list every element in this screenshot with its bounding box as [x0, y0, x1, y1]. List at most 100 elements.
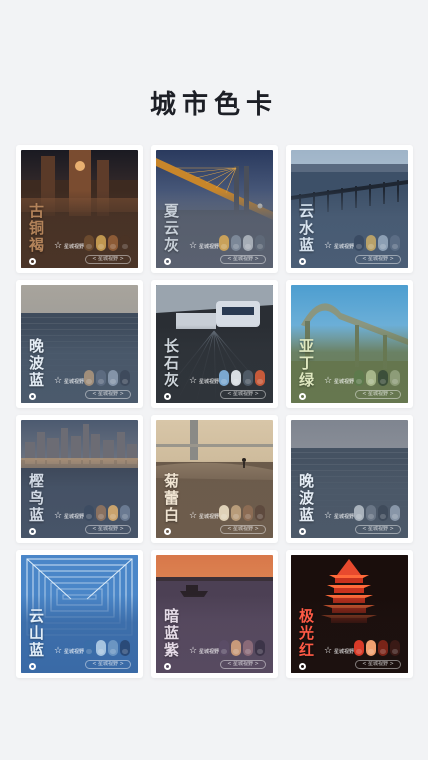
brand-pill: < 星城视野 > [355, 390, 401, 399]
color-swatch [84, 505, 94, 521]
color-swatches [354, 640, 400, 656]
card-photo: 菊蕾白 ☆ 星城视野 < 星城视野 > [156, 420, 273, 538]
color-swatch [84, 640, 94, 656]
color-swatch [366, 505, 376, 521]
brand-pill: < 星城视野 > [355, 255, 401, 264]
color-swatch [219, 640, 229, 656]
color-swatch [366, 640, 376, 656]
color-card[interactable]: 樫鸟蓝 ☆ 星城视野 < 星城视野 > [16, 415, 143, 543]
star-icon: ☆ [324, 376, 333, 386]
card-photo: 云山蓝 ☆ 星城视野 < 星城视野 > [21, 555, 138, 673]
color-card[interactable]: 晚波蓝 ☆ 星城视野 < 星城视野 > [16, 280, 143, 408]
color-name: 晚波蓝 [29, 337, 45, 389]
brand-logo-text: 星城视野 [199, 514, 220, 520]
color-swatch [108, 370, 118, 386]
brand-logo-text: 星城视野 [334, 244, 355, 250]
brand-logo-text: 星城视野 [64, 514, 85, 520]
star-icon: ☆ [189, 241, 198, 251]
ring-icon [29, 663, 36, 670]
brand-pill: < 星城视野 > [355, 525, 401, 534]
color-card[interactable]: 云山蓝 ☆ 星城视野 < 星城视野 > [16, 550, 143, 678]
color-swatches [219, 235, 265, 251]
brand-logo: ☆ 星城视野 [189, 242, 219, 252]
color-card[interactable]: 暗蓝紫 ☆ 星城视野 < 星城视野 > [151, 550, 278, 678]
star-icon: ☆ [54, 511, 63, 521]
brand-logo-text: 星城视野 [334, 649, 355, 655]
brand-logo-text: 星城视野 [64, 649, 85, 655]
brand-pill: < 星城视野 > [355, 660, 401, 669]
star-icon: ☆ [54, 646, 63, 656]
brand-pill: < 星城视野 > [85, 390, 131, 399]
color-swatches [354, 505, 400, 521]
brand-logo: ☆ 星城视野 [324, 647, 354, 657]
card-photo: 夏云灰 ☆ 星城视野 < 星城视野 > [156, 150, 273, 268]
brand-pill: < 星城视野 > [220, 525, 266, 534]
color-card-grid: 古铜褐 ☆ 星城视野 < 星城视野 > 夏云灰 ☆ 星城视野 < 星城视野 > 云水蓝 ☆ 星城视野… [16, 145, 414, 678]
brand-pill: < 星城视野 > [220, 660, 266, 669]
color-swatch [231, 640, 241, 656]
color-swatches [354, 235, 400, 251]
brand-pill: < 星城视野 > [220, 255, 266, 264]
color-swatch [219, 370, 229, 386]
color-card[interactable]: 长石灰 ☆ 星城视野 < 星城视野 > [151, 280, 278, 408]
color-swatch [108, 505, 118, 521]
brand-logo: ☆ 星城视野 [54, 512, 84, 522]
color-swatch [378, 640, 388, 656]
card-photo: 樫鸟蓝 ☆ 星城视野 < 星城视野 > [21, 420, 138, 538]
brand-pill: < 星城视野 > [85, 525, 131, 534]
color-card[interactable]: 亚丁绿 ☆ 星城视野 < 星城视野 > [286, 280, 413, 408]
card-photo: 长石灰 ☆ 星城视野 < 星城视野 > [156, 285, 273, 403]
color-swatches [84, 235, 130, 251]
color-swatch [243, 370, 253, 386]
color-swatches [84, 370, 130, 386]
brand-logo: ☆ 星城视野 [189, 512, 219, 522]
color-card[interactable]: 夏云灰 ☆ 星城视野 < 星城视野 > [151, 145, 278, 273]
brand-logo: ☆ 星城视野 [54, 647, 84, 657]
ring-icon [299, 663, 306, 670]
color-card[interactable]: 云水蓝 ☆ 星城视野 < 星城视野 > [286, 145, 413, 273]
color-swatch [243, 640, 253, 656]
color-swatches [219, 370, 265, 386]
ring-icon [29, 528, 36, 535]
brand-pill: < 星城视野 > [220, 390, 266, 399]
ring-icon [299, 258, 306, 265]
color-swatch [255, 505, 265, 521]
brand-logo-text: 星城视野 [64, 244, 85, 250]
color-swatch [354, 640, 364, 656]
brand-logo-text: 星城视野 [199, 379, 220, 385]
page: 城市色卡 古铜褐 ☆ 星城视野 < 星城视野 > 夏云灰 ☆ 星城视野 < 星城视野 > 云水蓝… [0, 0, 428, 760]
ring-icon [164, 663, 171, 670]
color-card[interactable]: 晚波蓝 ☆ 星城视野 < 星城视野 > [286, 415, 413, 543]
brand-logo-text: 星城视野 [64, 379, 85, 385]
color-swatch [255, 370, 265, 386]
star-icon: ☆ [189, 376, 198, 386]
color-card[interactable]: 古铜褐 ☆ 星城视野 < 星城视野 > [16, 145, 143, 273]
card-photo: 云水蓝 ☆ 星城视野 < 星城视野 > [291, 150, 408, 268]
color-name: 菊蕾白 [164, 472, 180, 524]
star-icon: ☆ [324, 241, 333, 251]
color-name: 樫鸟蓝 [29, 472, 45, 524]
card-photo: 亚丁绿 ☆ 星城视野 < 星城视野 > [291, 285, 408, 403]
brand-logo: ☆ 星城视野 [189, 647, 219, 657]
brand-logo-text: 星城视野 [334, 514, 355, 520]
color-name: 暗蓝紫 [164, 607, 180, 659]
ring-icon [299, 393, 306, 400]
color-swatch [120, 640, 130, 656]
color-swatch [390, 235, 400, 251]
color-card[interactable]: 极光红 ☆ 星城视野 < 星城视野 > [286, 550, 413, 678]
ring-icon [29, 393, 36, 400]
color-card[interactable]: 菊蕾白 ☆ 星城视野 < 星城视野 > [151, 415, 278, 543]
color-name: 长石灰 [164, 337, 180, 389]
color-name: 云山蓝 [29, 607, 45, 659]
color-swatch [231, 370, 241, 386]
brand-pill: < 星城视野 > [85, 660, 131, 669]
color-swatch [219, 235, 229, 251]
color-swatch [96, 235, 106, 251]
color-swatch [219, 505, 229, 521]
brand-logo-text: 星城视野 [199, 244, 220, 250]
color-swatch [96, 370, 106, 386]
brand-logo: ☆ 星城视野 [189, 377, 219, 387]
color-swatch [231, 505, 241, 521]
color-swatch [243, 505, 253, 521]
color-swatch [354, 505, 364, 521]
